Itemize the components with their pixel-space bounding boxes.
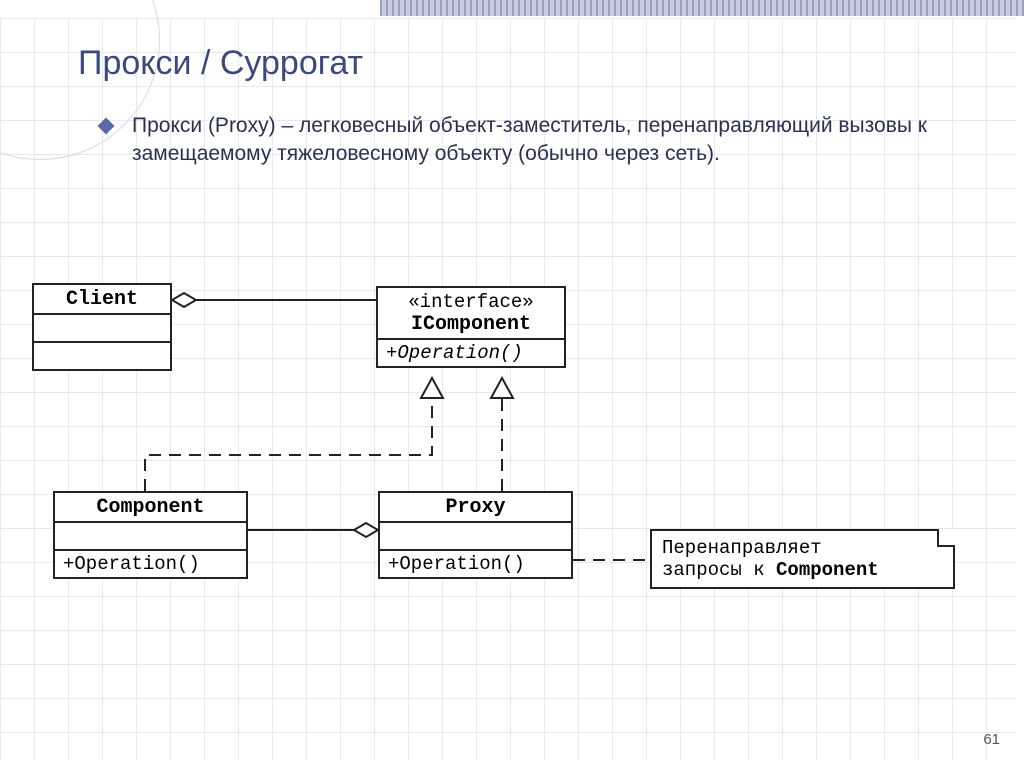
- page-number: 61: [983, 731, 1000, 748]
- uml-client-ops: [34, 343, 170, 369]
- note-fold-icon: [937, 529, 955, 547]
- uml-interface-icomponent: «interface» IComponent +Operation(): [376, 286, 566, 368]
- uml-note-line2-prefix: запросы к: [662, 559, 776, 581]
- uml-client-attrs: [34, 315, 170, 343]
- uml-proxy-attrs: [380, 523, 571, 551]
- uml-icomponent-operation: +Operation(): [378, 340, 564, 366]
- uml-proxy-name: Proxy: [380, 493, 571, 523]
- uml-client-name: Client: [34, 285, 170, 315]
- uml-proxy-operation: +Operation(): [380, 551, 571, 577]
- uml-note-line2-bold: Component: [776, 559, 879, 581]
- uml-icomponent-name: IComponent: [411, 313, 531, 336]
- uml-note-line1: Перенаправляет: [662, 537, 943, 559]
- uml-note-line2: запросы к Component: [662, 559, 943, 581]
- uml-class-proxy: Proxy +Operation(): [378, 491, 573, 579]
- uml-icomponent-header: «interface» IComponent: [378, 288, 564, 340]
- uml-icomponent-stereotype: «interface»: [388, 291, 554, 313]
- uml-component-attrs: [55, 523, 246, 551]
- uml-component-name: Component: [55, 493, 246, 523]
- uml-note: Перенаправляет запросы к Component: [650, 529, 955, 589]
- uml-component-operation: +Operation(): [55, 551, 246, 577]
- uml-diagram: Client «interface» IComponent +Operation…: [0, 0, 1024, 768]
- uml-class-client: Client: [32, 283, 172, 371]
- uml-class-component: Component +Operation(): [53, 491, 248, 579]
